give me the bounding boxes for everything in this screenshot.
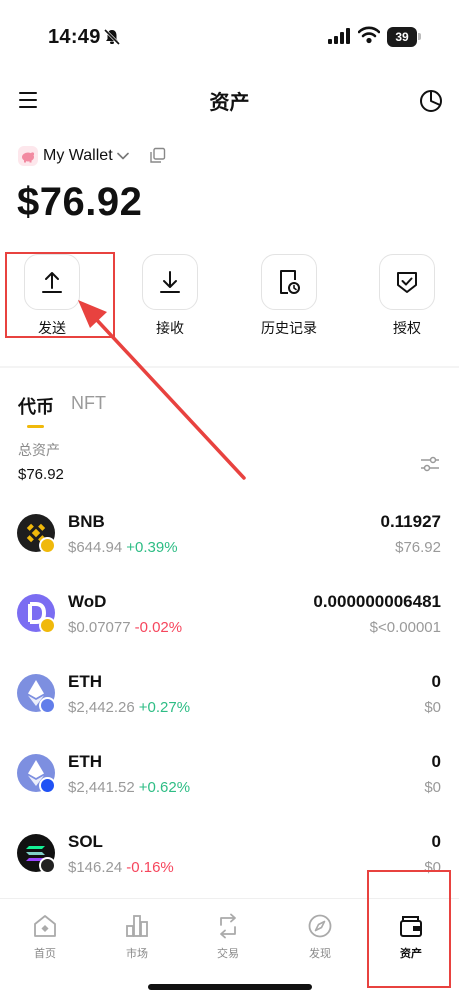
annotation-arrow-icon [78,300,246,480]
